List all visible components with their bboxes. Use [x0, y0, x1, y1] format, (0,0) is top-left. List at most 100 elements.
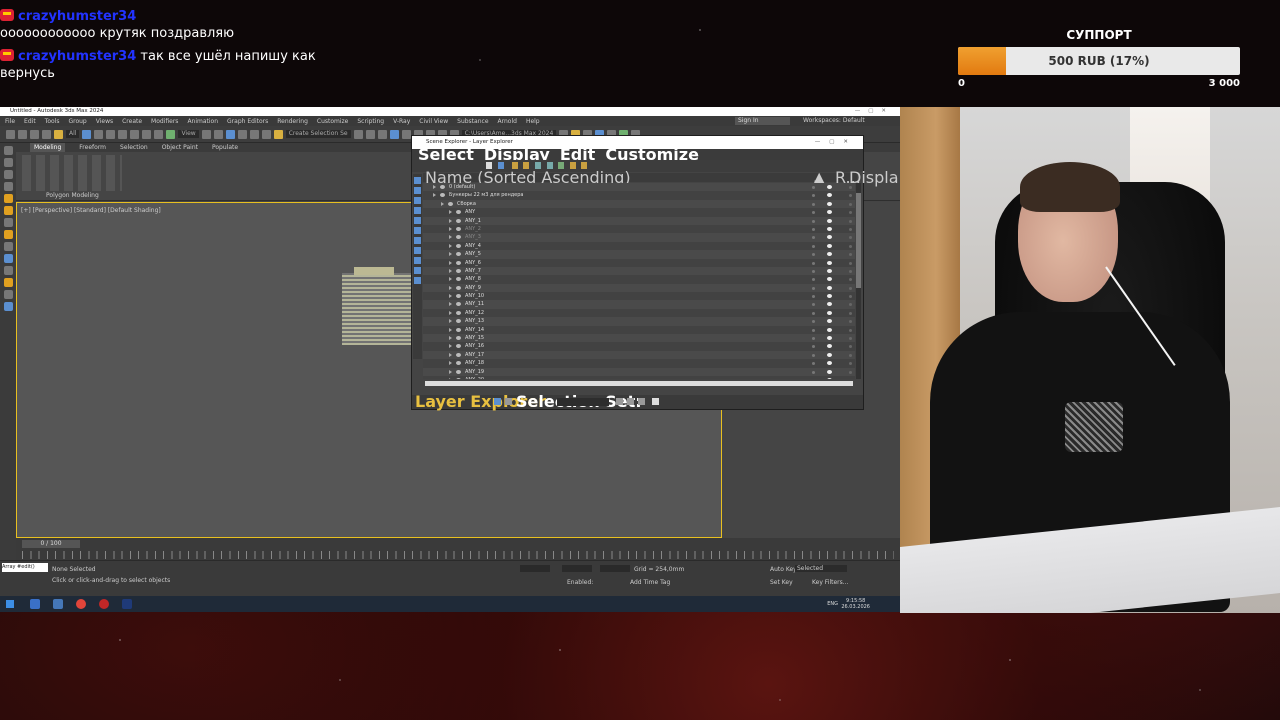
chrome-icon[interactable]	[76, 599, 86, 609]
visibility-eye-icon[interactable]	[456, 268, 461, 273]
menu-arnold[interactable]: Arnold	[498, 118, 517, 125]
display-helpers-icon[interactable]	[414, 227, 421, 234]
expand-arrow-icon[interactable]	[449, 210, 452, 215]
y-coordinate-field[interactable]	[562, 565, 592, 572]
layer-name[interactable]: ANY_19	[465, 368, 484, 376]
expand-arrow-icon[interactable]	[449, 235, 452, 240]
display-geometry-icon[interactable]	[414, 187, 421, 194]
visibility-eye-icon[interactable]	[456, 210, 461, 215]
select-manipulate-icon[interactable]	[213, 129, 223, 139]
freeze-toggle[interactable]	[812, 311, 815, 315]
taskbar-clock[interactable]: 9:15:58 26.03.2026	[841, 598, 870, 610]
layer-row[interactable]: ANY_15	[423, 334, 855, 343]
render-toggle-icon[interactable]	[827, 243, 832, 248]
menu-create[interactable]: Create	[122, 118, 142, 125]
expand-arrow-icon[interactable]	[449, 294, 452, 299]
display-lights-icon[interactable]	[414, 207, 421, 214]
freeze-toggle[interactable]	[812, 328, 815, 332]
display-all-icon[interactable]	[414, 177, 421, 184]
layer-name[interactable]: ANY_17	[465, 351, 484, 359]
visibility-eye-icon[interactable]	[456, 344, 461, 349]
vertical-scrollbar[interactable]	[856, 183, 861, 379]
expand-arrow-icon[interactable]	[449, 369, 452, 374]
display-toggle[interactable]	[849, 211, 852, 215]
render-toggle-icon[interactable]	[827, 302, 832, 307]
render-toggle-icon[interactable]	[827, 319, 832, 324]
visibility-eye-icon[interactable]	[448, 201, 453, 206]
layer-name[interactable]: ANY_16	[465, 342, 484, 350]
add-time-tag[interactable]: Add Time Tag	[630, 579, 670, 586]
layer-name[interactable]: ANY_20	[465, 376, 484, 379]
menu-substance[interactable]: Substance	[457, 118, 488, 125]
dialog-window-controls[interactable]: —▢✕	[815, 136, 857, 149]
space-warp-icon[interactable]	[3, 242, 13, 251]
visibility-eye-icon[interactable]	[440, 193, 445, 198]
render-toggle-icon[interactable]	[827, 268, 832, 273]
helper-icon[interactable]	[3, 230, 13, 239]
visibility-eye-icon[interactable]	[456, 369, 461, 374]
expand-arrow-icon[interactable]	[449, 319, 452, 324]
menu-scripting[interactable]: Scripting	[357, 118, 384, 125]
recording-app-icon[interactable]	[99, 599, 109, 609]
move-icon[interactable]	[130, 129, 140, 139]
render-toggle-icon[interactable]	[827, 277, 832, 282]
freeze-toggle[interactable]	[812, 337, 815, 341]
display-toggle[interactable]	[849, 253, 852, 257]
visibility-eye-icon[interactable]	[456, 260, 461, 265]
menu-vray[interactable]: V-Ray	[393, 118, 410, 125]
sphere-icon[interactable]	[3, 290, 13, 299]
display-toggle[interactable]	[849, 320, 852, 324]
layer-row[interactable]: ANY_6	[423, 258, 855, 267]
freeze-toggle[interactable]	[812, 320, 815, 324]
menu-customize[interactable]: Customize	[317, 118, 349, 125]
layer-name[interactable]: 0 (default)	[449, 183, 475, 191]
expand-arrow-icon[interactable]	[449, 260, 452, 265]
expand-arrow-icon[interactable]	[449, 352, 452, 357]
freeze-toggle[interactable]	[812, 227, 815, 231]
bind-icon[interactable]	[54, 129, 63, 139]
display-toggle[interactable]	[849, 337, 852, 341]
visibility-eye-icon[interactable]	[456, 294, 461, 299]
freeze-toggle[interactable]	[812, 211, 815, 215]
layer-row[interactable]: ANY_14	[423, 325, 855, 335]
render-toggle-icon[interactable]	[827, 369, 832, 374]
named-selection-set-field[interactable]: Create Selection Se	[285, 130, 351, 138]
toggle-layer-explorer-icon[interactable]	[389, 129, 399, 139]
options-icon[interactable]	[616, 398, 623, 405]
display-toggle[interactable]	[849, 362, 852, 366]
display-toggle[interactable]	[849, 194, 852, 198]
display-toggle[interactable]	[849, 269, 852, 273]
layer-row[interactable]: ANY_9	[423, 283, 855, 293]
select-by-name-icon[interactable]	[94, 129, 104, 139]
columns-icon[interactable]	[627, 398, 634, 405]
unlink-icon[interactable]	[42, 129, 51, 139]
edit-named-sets-icon[interactable]	[273, 129, 283, 139]
visibility-eye-icon[interactable]	[456, 352, 461, 357]
render-toggle-icon[interactable]	[827, 218, 832, 223]
menu-graph-editors[interactable]: Graph Editors	[227, 118, 268, 125]
render-toggle-icon[interactable]	[827, 193, 832, 198]
box-icon[interactable]	[3, 302, 13, 311]
place-icon[interactable]	[166, 129, 176, 139]
layer-row[interactable]: Бункеры 22 м3 для рендера	[423, 191, 855, 200]
render-toggle-icon[interactable]	[827, 285, 832, 290]
language-indicator[interactable]: ENG	[827, 601, 838, 607]
tab-modeling[interactable]: Modeling	[30, 143, 66, 152]
render-toggle-icon[interactable]	[827, 327, 832, 332]
expand-arrow-icon[interactable]	[449, 243, 452, 248]
display-bones-icon[interactable]	[414, 267, 421, 274]
display-shapes-icon[interactable]	[414, 197, 421, 204]
adaptive-degradation-enabled[interactable]: Enabled:	[567, 579, 593, 586]
percent-snap-icon[interactable]	[249, 129, 259, 139]
tab-freeform[interactable]: Freeform	[79, 143, 106, 152]
layer-row[interactable]: ANY_4	[423, 241, 855, 251]
layer-row[interactable]: ANY_19	[423, 367, 855, 376]
layer-name[interactable]: ANY_18	[465, 359, 484, 367]
layer-row[interactable]: ANY_8	[423, 275, 855, 284]
freeze-toggle[interactable]	[812, 286, 815, 290]
layer-row[interactable]: ANY_13	[423, 317, 855, 326]
render-toggle-icon[interactable]	[827, 226, 832, 231]
render-toggle-icon[interactable]	[827, 352, 832, 357]
layer-row[interactable]: ANY_17	[423, 350, 855, 360]
modify-icon[interactable]	[3, 158, 13, 167]
